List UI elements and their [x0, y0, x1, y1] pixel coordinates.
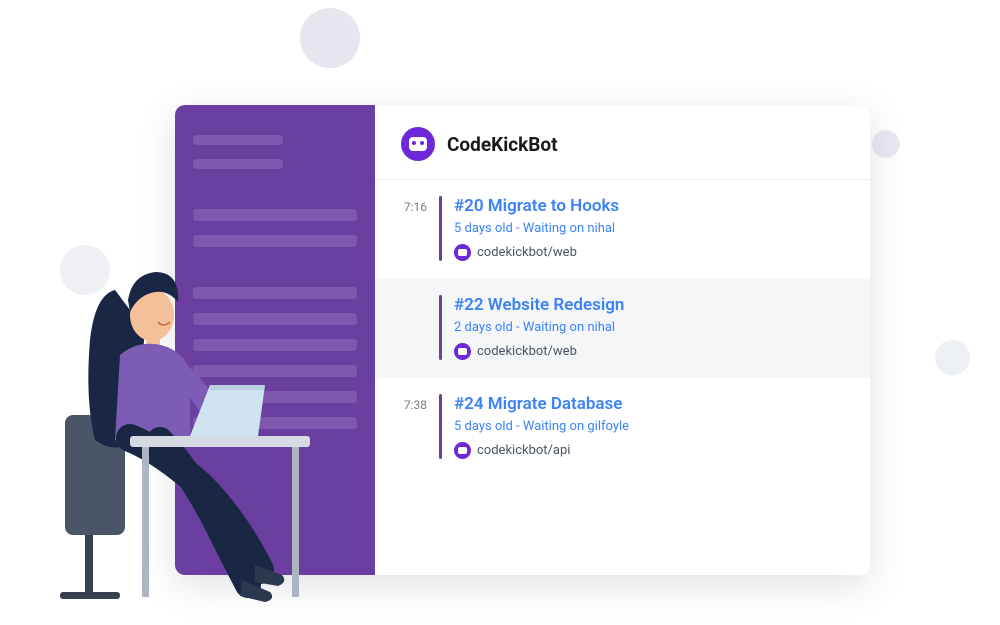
repo-icon: [454, 343, 471, 360]
repo-name: codekickbot/web: [477, 344, 577, 359]
decorative-circle: [935, 340, 970, 375]
main-panel: CodeKickBot 7:16 #20 Migrate to Hooks 5 …: [375, 105, 870, 575]
notification-list: 7:16 #20 Migrate to Hooks 5 days old - W…: [375, 180, 870, 575]
item-repo[interactable]: codekickbot/api: [454, 442, 848, 459]
accent-bar: [439, 196, 442, 261]
decorative-circle: [300, 8, 360, 68]
decorative-circle: [872, 130, 900, 158]
repo-icon: [454, 244, 471, 261]
item-meta: 5 days old - Waiting on nihal: [454, 221, 848, 236]
item-repo[interactable]: codekickbot/web: [454, 343, 848, 360]
item-title[interactable]: #22 Website Redesign: [454, 295, 848, 315]
panel-header: CodeKickBot: [375, 105, 870, 180]
accent-bar: [439, 295, 442, 360]
repo-name: codekickbot/api: [477, 443, 570, 458]
accent-bar: [439, 394, 442, 459]
item-meta: 5 days old - Waiting on gilfoyle: [454, 419, 848, 434]
item-meta: 2 days old - Waiting on nihal: [454, 320, 848, 335]
item-title[interactable]: #24 Migrate Database: [454, 394, 848, 414]
item-time: 7:16: [397, 196, 427, 261]
item-repo[interactable]: codekickbot/web: [454, 244, 848, 261]
repo-icon: [454, 442, 471, 459]
item-title[interactable]: #20 Migrate to Hooks: [454, 196, 848, 216]
repo-name: codekickbot/web: [477, 245, 577, 260]
bot-name: CodeKickBot: [447, 133, 558, 156]
list-item[interactable]: 7:16 #20 Migrate to Hooks 5 days old - W…: [375, 180, 870, 279]
list-item[interactable]: #22 Website Redesign 2 days old - Waitin…: [375, 279, 870, 378]
bot-avatar-icon: [401, 127, 435, 161]
woman-at-laptop-illustration: [60, 240, 320, 610]
list-item[interactable]: 7:38 #24 Migrate Database 5 days old - W…: [375, 378, 870, 477]
item-time: 7:38: [397, 394, 427, 459]
item-time: [397, 295, 427, 360]
